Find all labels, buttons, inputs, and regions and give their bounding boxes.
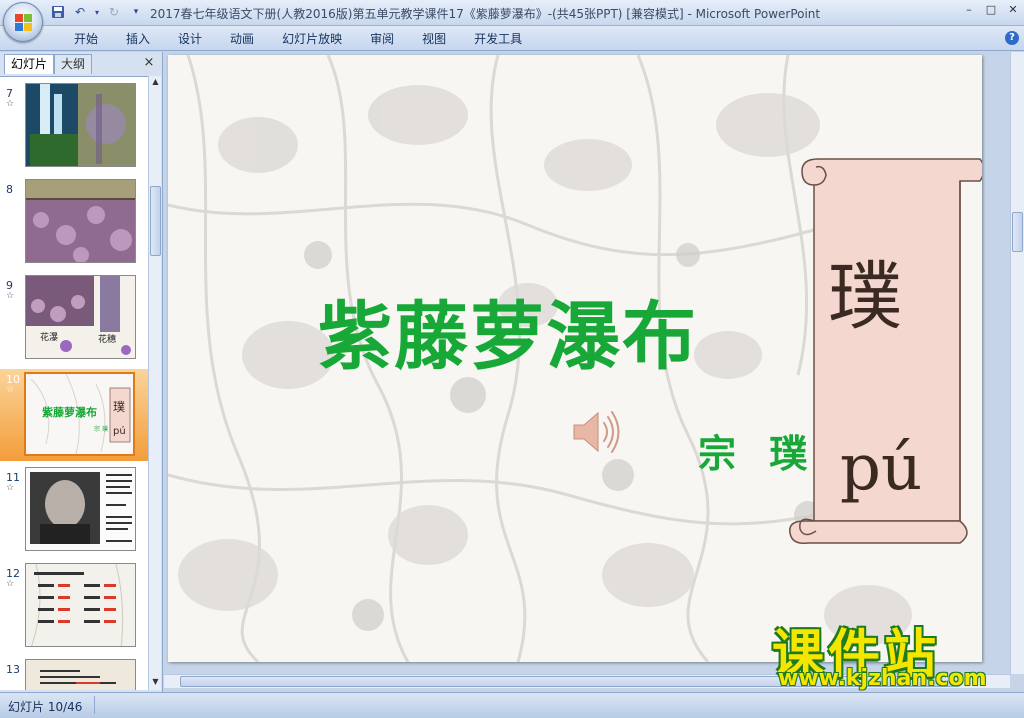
current-slide[interactable]: 紫藤萝瀑布 宗 璞 璞 pú [168, 55, 982, 662]
scroll-character[interactable]: 璞 [828, 237, 902, 344]
slide-thumbnail-9[interactable]: 9 ☆ 花瀑 花穗 [0, 275, 148, 367]
animation-icon: ☆ [6, 579, 15, 589]
tab-slideshow[interactable]: 幻灯片放映 [268, 30, 356, 48]
tab-review[interactable]: 审阅 [356, 30, 408, 48]
window-controls: – □ ✕ [962, 3, 1020, 17]
slide-thumbnail-list: 7 ☆ 8 9 ☆ 花瀑 花穗 10 ☆ 紫藤萝瀑布 璞 pú 宗璞 11 ☆ … [0, 76, 148, 690]
slide-number: 13 [6, 663, 20, 676]
window-title: 2017春七年级语文下册(人教2016版)第五单元教学课件17《紫藤萝瀑布》-(… [150, 7, 821, 21]
office-button[interactable] [3, 2, 43, 42]
slide-title[interactable]: 紫藤萝瀑布 [318, 277, 698, 384]
redo-icon[interactable]: ↻ [106, 4, 122, 20]
tab-home[interactable]: 开始 [60, 30, 112, 48]
tab-slides[interactable]: 幻灯片 [4, 54, 55, 74]
watermark-url: www.kjzhan.com [778, 666, 987, 691]
ribbon-tab-bar: 开始 插入 设计 动画 幻灯片放映 审阅 视图 开发工具 ? [0, 26, 1024, 51]
maximize-button[interactable]: □ [984, 3, 998, 17]
office-logo-icon [15, 14, 33, 32]
slide-thumbnail-image [25, 83, 136, 167]
close-button[interactable]: ✕ [1006, 3, 1020, 17]
help-icon[interactable]: ? [1005, 31, 1019, 45]
slide-thumbnail-12[interactable]: 12 ☆ [0, 563, 148, 655]
slide-thumbnail-7[interactable]: 7 ☆ [0, 83, 148, 175]
tab-view[interactable]: 视图 [408, 30, 460, 48]
slide-thumbnail-image [25, 563, 136, 647]
scroll-up-icon[interactable]: ▲ [150, 77, 161, 89]
undo-dropdown-icon[interactable]: ▾ [94, 4, 100, 20]
slide-thumbnail-10[interactable]: 10 ☆ 紫藤萝瀑布 璞 pú 宗璞 [0, 369, 148, 461]
thumbnail-char: 璞 [113, 400, 126, 414]
slide-thumbnail-image [25, 179, 136, 263]
animation-icon: ☆ [6, 385, 15, 395]
scrollbar-thumb[interactable] [150, 186, 161, 256]
slide-thumbnail-image: 紫藤萝瀑布 璞 pú 宗璞 [24, 372, 135, 456]
scroll-down-icon[interactable]: ▼ [150, 677, 161, 689]
thumbnail-title: 紫藤萝瀑布 [42, 406, 97, 419]
scroll-pinyin[interactable]: pú [840, 431, 922, 505]
tab-design[interactable]: 设计 [164, 30, 216, 48]
thumbnail-scrollbar[interactable]: ▲ ▼ [148, 76, 161, 690]
slide-vertical-scrollbar[interactable] [1010, 52, 1024, 674]
status-bar: 幻灯片 10/46 [0, 692, 1024, 718]
thumbnail-label: 花瀑 [40, 333, 59, 343]
tab-outline[interactable]: 大纲 [54, 54, 93, 74]
title-bar: ↶ ▾ ↻ ▾ 2017春七年级语文下册(人教2016版)第五单元教学课件17《… [0, 0, 1024, 26]
save-icon[interactable] [50, 4, 66, 20]
thumbnail-label: 花穗 [98, 335, 117, 345]
slide-thumbnail-image: 花瀑 花穗 [25, 275, 136, 359]
customize-toolbar-icon[interactable]: ▾ [128, 4, 144, 20]
tab-developer[interactable]: 开发工具 [460, 30, 536, 48]
quick-access-toolbar: ↶ ▾ ↻ ▾ [50, 4, 144, 20]
tab-animations[interactable]: 动画 [216, 30, 268, 48]
animation-icon: ☆ [6, 99, 15, 109]
tab-insert[interactable]: 插入 [112, 30, 164, 48]
slide-thumbnail-8[interactable]: 8 [0, 179, 148, 271]
close-pane-icon[interactable]: × [142, 56, 156, 70]
slide-thumbnail-13[interactable]: 13 [0, 659, 148, 690]
thumbnail-pinyin: pú [113, 426, 126, 437]
site-watermark: 课件站 www.kjzhan.com [772, 612, 1012, 692]
slide-counter: 幻灯片 10/46 [8, 700, 83, 714]
scrollbar-thumb[interactable] [1012, 212, 1023, 252]
animation-icon: ☆ [6, 483, 15, 493]
slide-thumbnail-11[interactable]: 11 ☆ [0, 467, 148, 559]
slide-editing-area: 紫藤萝瀑布 宗 璞 璞 pú [164, 52, 1010, 674]
slide-thumbnail-image [25, 467, 136, 551]
speaker-icon[interactable] [570, 409, 624, 455]
slide-thumbnail-image [25, 659, 136, 690]
status-divider [94, 696, 95, 714]
thumbnail-author: 宗璞 [94, 426, 111, 433]
slide-number: 8 [6, 183, 13, 196]
slides-pane: 幻灯片 大纲 × 7 ☆ 8 9 ☆ 花瀑 花穗 10 ☆ 紫藤萝瀑布 璞 pú… [0, 52, 163, 692]
minimize-button[interactable]: – [962, 3, 976, 17]
animation-icon: ☆ [6, 291, 15, 301]
undo-icon[interactable]: ↶ [72, 4, 88, 20]
